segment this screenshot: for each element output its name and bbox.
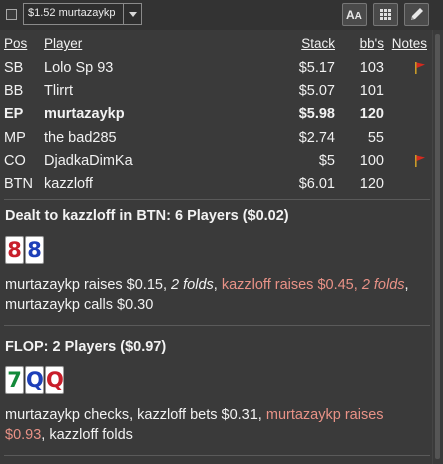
table-row[interactable]: CO DjadkaDimKa $5 100 (4, 149, 427, 172)
font-size-icon: AA (346, 8, 362, 22)
stack-cell: $6.01 (298, 176, 335, 193)
hand-selector-value: $1.52 murtazaykp (28, 7, 116, 19)
notes-cell[interactable] (384, 79, 427, 102)
hand-selector-dropdown[interactable]: $1.52 murtazaykp (23, 3, 142, 25)
flop-title: FLOP: 2 Players ($0.97) (5, 339, 167, 355)
stack-cell: $5.17 (298, 59, 335, 76)
toolbar: $1.52 murtazaykp AA (0, 0, 443, 30)
action-text: 2 folds (171, 277, 214, 293)
font-size-button[interactable]: AA (342, 3, 367, 26)
table-header-row: Pos Player Stack bb's Notes (4, 36, 427, 56)
bb-cell: 55 (367, 129, 384, 146)
hero-action-text: kazzloff raises $0.45, (221, 277, 362, 293)
card: 8 (5, 236, 24, 264)
header-stack[interactable]: Stack (244, 36, 335, 56)
stack-cell: $5.07 (298, 82, 335, 99)
notes-cell[interactable] (384, 103, 427, 126)
card: Q (45, 366, 64, 394)
board-cards: 7 Q Q (5, 366, 64, 400)
table-row-hero[interactable]: EP murtazaykp $5.98 120 (4, 103, 427, 126)
card: 7 (5, 366, 24, 394)
bb-cell: 101 (359, 82, 384, 99)
divider (4, 455, 430, 456)
notes-cell[interactable] (384, 172, 427, 195)
flag-icon[interactable] (413, 154, 427, 168)
flop-actions: murtazaykp checks, kazzloff bets $0.31, … (5, 405, 425, 445)
hero-action-text: 2 folds (361, 277, 405, 293)
pos-cell: MP (4, 129, 26, 146)
player-name: kazzloff (44, 176, 93, 193)
header-pos[interactable]: Pos (4, 36, 44, 56)
grid-icon (380, 9, 391, 20)
action-text: murtazaykp raises $0.15, (5, 277, 172, 293)
action-text: murtazaykp checks, kazzloff bets $0.31, (5, 407, 266, 423)
table-row[interactable]: SB Lolo Sp 93 $5.17 103 (4, 56, 427, 79)
notes-cell[interactable] (384, 149, 427, 172)
pos-cell: BTN (4, 176, 33, 193)
table-row[interactable]: MP the bad285 $2.74 55 (4, 126, 427, 149)
card: 8 (25, 236, 44, 264)
player-name: the bad285 (44, 129, 117, 146)
notes-cell[interactable] (384, 126, 427, 149)
stack-cell: $2.74 (298, 129, 335, 146)
player-name: murtazaykp (44, 106, 125, 123)
scrollbar-thumb[interactable] (435, 34, 440, 459)
stack-cell: $5.98 (298, 106, 335, 123)
table-row[interactable]: BTN kazzloff $6.01 120 (4, 172, 427, 195)
hole-cards: 8 8 (5, 236, 44, 270)
select-checkbox[interactable] (6, 9, 17, 20)
notes-cell[interactable] (384, 56, 427, 79)
preflop-actions: murtazaykp raises $0.15, 2 folds, kazzlo… (5, 275, 425, 315)
flag-icon[interactable] (413, 61, 427, 75)
dropdown-arrow-icon[interactable] (123, 4, 141, 24)
grid-button[interactable] (373, 3, 398, 26)
pos-cell: EP (4, 106, 24, 123)
header-player[interactable]: Player (44, 36, 244, 56)
action-text: , kazzloff folds (41, 427, 133, 443)
player-name: Lolo Sp 93 (44, 59, 114, 76)
bb-cell: 120 (359, 106, 384, 123)
bb-cell: 120 (359, 176, 384, 193)
divider (4, 199, 430, 200)
bb-cell: 100 (359, 152, 384, 169)
action-text: , (213, 277, 222, 293)
table-row[interactable]: BB Tlirrt $5.07 101 (4, 79, 427, 102)
players-table: Pos Player Stack bb's Notes SB Lolo Sp 9… (4, 36, 427, 196)
pos-cell: BB (4, 82, 24, 99)
header-notes[interactable]: Notes (384, 36, 427, 56)
card: Q (25, 366, 44, 394)
preflop-title: Dealt to kazzloff in BTN: 6 Players ($0.… (5, 208, 289, 224)
divider (4, 325, 430, 326)
player-name: Tlirrt (44, 82, 73, 99)
player-name: DjadkaDimKa (44, 152, 133, 169)
pos-cell: CO (4, 152, 26, 169)
edit-pencil-icon (411, 8, 423, 20)
pos-cell: SB (4, 59, 24, 76)
bb-cell: 103 (359, 59, 384, 76)
stack-cell: $5 (318, 152, 335, 169)
edit-button[interactable] (404, 3, 429, 26)
header-bb[interactable]: bb's (335, 36, 384, 56)
scrollbar[interactable] (432, 30, 443, 464)
